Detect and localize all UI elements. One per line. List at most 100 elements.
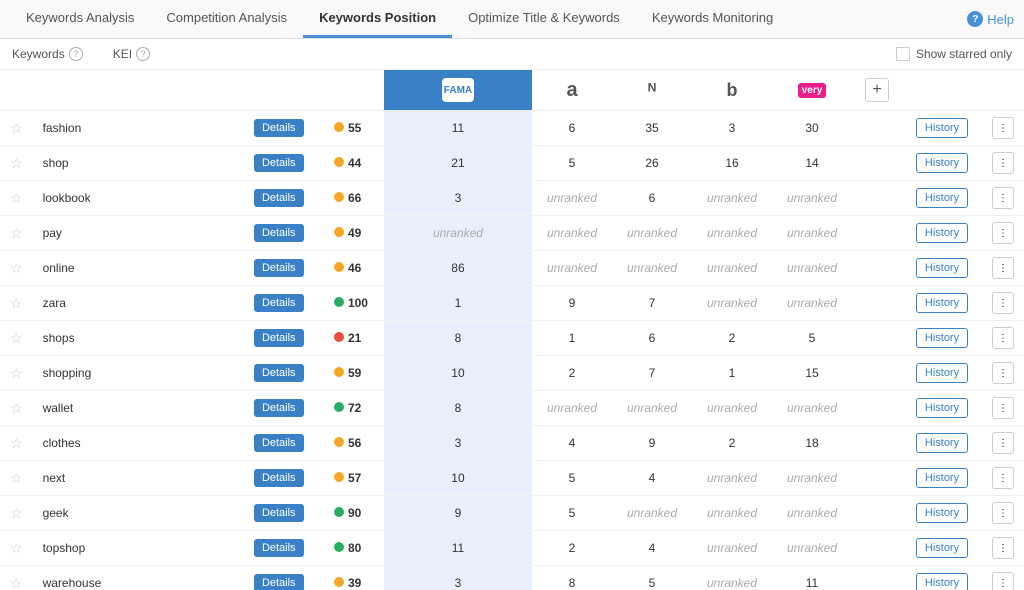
details-cell: Details [244,181,324,216]
history-button[interactable]: History [916,398,968,418]
details-button[interactable]: Details [254,539,304,557]
tab-competition-analysis[interactable]: Competition Analysis [150,0,303,38]
star-cell[interactable]: ☆ [0,566,33,590]
details-button[interactable]: Details [254,399,304,417]
tab-optimize-title[interactable]: Optimize Title & Keywords [452,0,636,38]
fama-cell: 11 [384,111,532,146]
star-icon[interactable]: ☆ [10,330,23,346]
th-b: b [692,70,772,111]
details-button[interactable]: Details [254,504,304,522]
history-button[interactable]: History [916,293,968,313]
star-icon[interactable]: ☆ [10,365,23,381]
fama-icon: FAMA [442,78,474,102]
a-cell: 2 [532,356,612,391]
star-icon[interactable]: ☆ [10,400,23,416]
details-button[interactable]: Details [254,154,304,172]
action-button[interactable]: ⋮ [992,537,1014,559]
table-row: ☆ clothes Details 56 3 4 9 2 18 History … [0,426,1024,461]
kei-cell: 21 [324,321,384,356]
star-cell[interactable]: ☆ [0,111,33,146]
kei-info-icon[interactable]: ? [136,47,150,61]
star-icon[interactable]: ☆ [10,295,23,311]
kei-value: 80 [348,541,361,555]
tab-keywords-analysis[interactable]: Keywords Analysis [10,0,150,38]
star-cell[interactable]: ☆ [0,391,33,426]
history-button[interactable]: History [916,188,968,208]
star-icon[interactable]: ☆ [10,505,23,521]
action-button[interactable]: ⋮ [992,397,1014,419]
history-button[interactable]: History [916,223,968,243]
star-icon[interactable]: ☆ [10,575,23,590]
action-button[interactable]: ⋮ [992,222,1014,244]
star-cell[interactable]: ☆ [0,146,33,181]
action-button[interactable]: ⋮ [992,502,1014,524]
details-button[interactable]: Details [254,119,304,137]
history-button[interactable]: History [916,363,968,383]
star-icon[interactable]: ☆ [10,155,23,171]
history-button[interactable]: History [916,433,968,453]
star-cell[interactable]: ☆ [0,426,33,461]
keywords-info-icon[interactable]: ? [69,47,83,61]
kei-cell: 59 [324,356,384,391]
action-button[interactable]: ⋮ [992,432,1014,454]
history-button[interactable]: History [916,503,968,523]
star-icon[interactable]: ☆ [10,120,23,136]
star-icon[interactable]: ☆ [10,225,23,241]
star-cell[interactable]: ☆ [0,251,33,286]
kei-value: 66 [348,191,361,205]
kei-dot [334,297,344,307]
action-cell: ⋮ [982,461,1024,496]
action-button[interactable]: ⋮ [992,467,1014,489]
tab-keywords-position[interactable]: Keywords Position [303,0,452,38]
star-cell[interactable]: ☆ [0,321,33,356]
details-button[interactable]: Details [254,574,304,590]
star-cell[interactable]: ☆ [0,496,33,531]
history-button[interactable]: History [916,538,968,558]
details-button[interactable]: Details [254,329,304,347]
history-button[interactable]: History [916,118,968,138]
history-button[interactable]: History [916,258,968,278]
star-icon[interactable]: ☆ [10,470,23,486]
action-button[interactable]: ⋮ [992,362,1014,384]
details-button[interactable]: Details [254,189,304,207]
star-cell[interactable]: ☆ [0,461,33,496]
details-button[interactable]: Details [254,434,304,452]
tab-keywords-monitoring[interactable]: Keywords Monitoring [636,0,789,38]
very-cell: 5 [772,321,852,356]
fama-cell: 9 [384,496,532,531]
star-cell[interactable]: ☆ [0,356,33,391]
star-icon[interactable]: ☆ [10,260,23,276]
star-icon[interactable]: ☆ [10,190,23,206]
th-plus[interactable]: + [852,70,902,111]
history-button[interactable]: History [916,153,968,173]
star-cell[interactable]: ☆ [0,286,33,321]
history-cell: History [902,426,982,461]
help-button[interactable]: ? Help [967,11,1014,27]
star-cell[interactable]: ☆ [0,531,33,566]
action-button[interactable]: ⋮ [992,117,1014,139]
plus-cell [852,391,902,426]
star-icon[interactable]: ☆ [10,435,23,451]
kei-value: 59 [348,366,361,380]
details-button[interactable]: Details [254,294,304,312]
history-button[interactable]: History [916,328,968,348]
show-starred[interactable]: Show starred only [896,47,1012,61]
action-button[interactable]: ⋮ [992,257,1014,279]
history-button[interactable]: History [916,468,968,488]
kei-dot [334,367,344,377]
action-button[interactable]: ⋮ [992,152,1014,174]
details-button[interactable]: Details [254,364,304,382]
star-icon[interactable]: ☆ [10,540,23,556]
action-button[interactable]: ⋮ [992,292,1014,314]
action-button[interactable]: ⋮ [992,187,1014,209]
action-button[interactable]: ⋮ [992,572,1014,590]
details-button[interactable]: Details [254,259,304,277]
details-button[interactable]: Details [254,224,304,242]
history-button[interactable]: History [916,573,968,590]
details-button[interactable]: Details [254,469,304,487]
a-cell: 5 [532,461,612,496]
starred-checkbox[interactable] [896,47,910,61]
star-cell[interactable]: ☆ [0,181,33,216]
star-cell[interactable]: ☆ [0,216,33,251]
action-button[interactable]: ⋮ [992,327,1014,349]
